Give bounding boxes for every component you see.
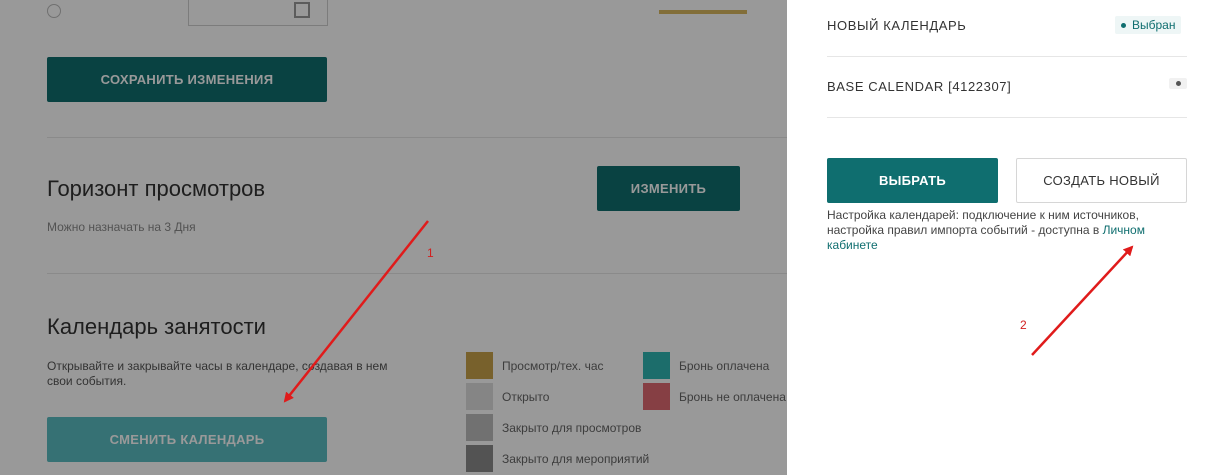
divider xyxy=(827,56,1187,57)
calendar-settings-info: Настройка календарей: подключение к ним … xyxy=(827,208,1189,253)
create-new-button[interactable]: СОЗДАТЬ НОВЫЙ xyxy=(1016,158,1187,203)
info-text: Настройка календарей: подключение к ним … xyxy=(827,208,1139,237)
annotation-marker-1: 1 xyxy=(427,246,434,260)
divider xyxy=(827,117,1187,118)
calendar-option-base[interactable]: BASE CALENDAR [4122307] xyxy=(827,79,1011,94)
status-badge xyxy=(1169,78,1187,89)
selected-badge-label: Выбран xyxy=(1132,18,1176,32)
select-button[interactable]: ВЫБРАТЬ xyxy=(827,158,998,203)
calendar-select-panel: НОВЫЙ КАЛЕНДАРЬ Выбран BASE CALENDAR [41… xyxy=(787,0,1229,475)
annotation-marker-2: 2 xyxy=(1020,318,1027,332)
settings-page: СОХРАНИТЬ ИЗМЕНЕНИЯ Горизонт просмотров … xyxy=(0,0,787,475)
status-dot-icon xyxy=(1175,81,1181,86)
calendar-option-new[interactable]: НОВЫЙ КАЛЕНДАРЬ xyxy=(827,18,966,33)
modal-backdrop[interactable] xyxy=(0,0,787,475)
selected-badge: Выбран xyxy=(1115,16,1182,34)
status-dot-icon xyxy=(1121,22,1126,28)
